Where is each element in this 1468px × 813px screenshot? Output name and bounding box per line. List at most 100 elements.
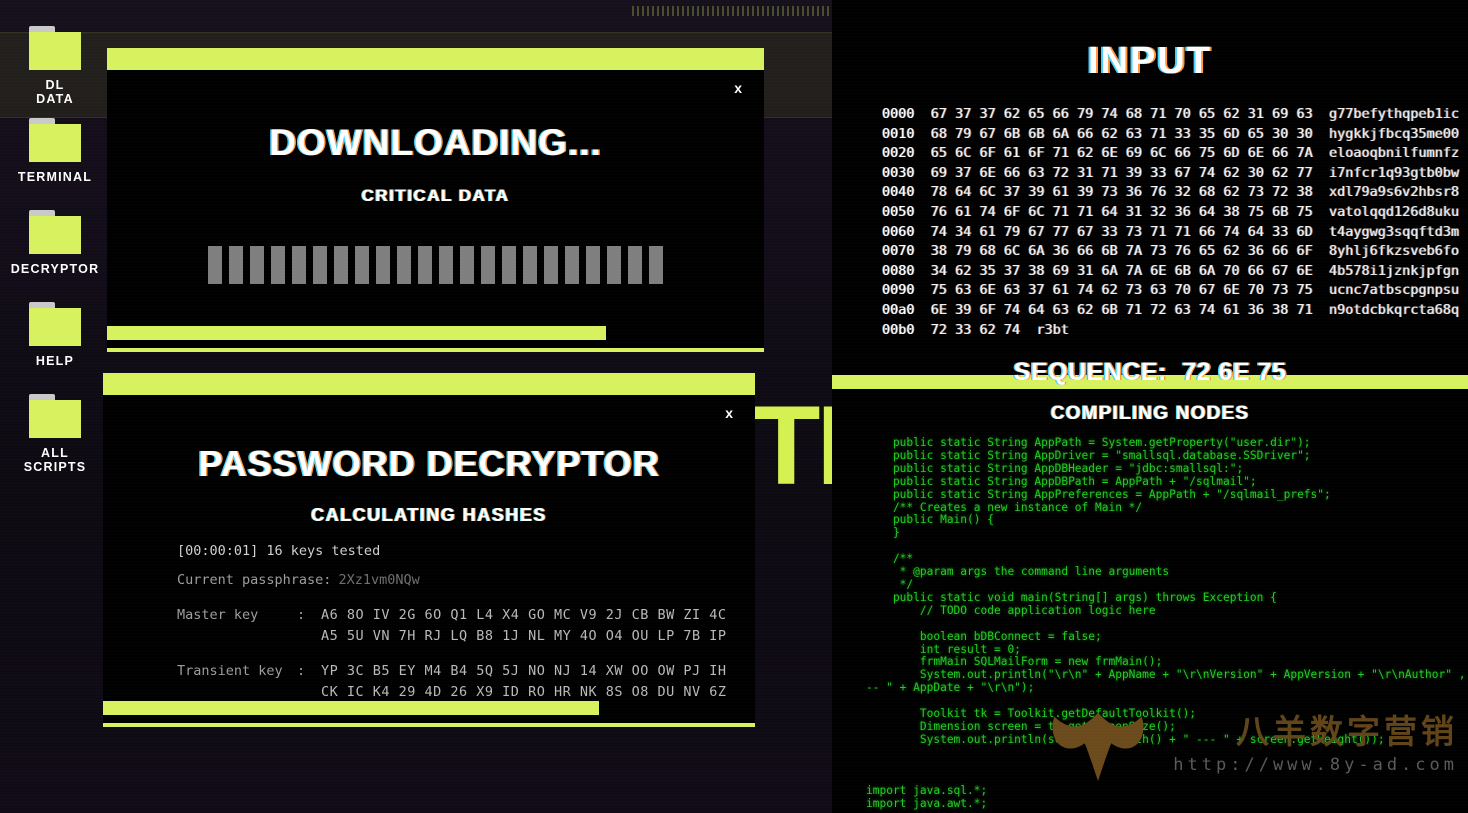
nodes-panel-title: COMPILING NODES [1050, 403, 1250, 424]
window-titlebar[interactable] [103, 373, 755, 421]
folder-icon [29, 118, 81, 162]
hex-offset: 0010 [882, 125, 915, 142]
hex-bytes: 34 62 35 37 38 69 31 6A 7A 6E 6B 6A 70 6… [914, 262, 1313, 279]
hex-dump-row: 0010 68 79 67 6B 6B 6A 66 62 63 71 33 35… [882, 125, 1468, 145]
code-line: public static String AppDBHeader = "jdbc… [866, 461, 1244, 475]
code-line: public static void main(String[] args) t… [866, 590, 1277, 604]
window-footer [103, 697, 755, 727]
sidebar-item-all-scripts[interactable]: ALL SCRIPTS [0, 394, 110, 474]
download-block [229, 246, 243, 284]
close-icon[interactable]: x [734, 80, 742, 96]
hex-offset: 00a0 [882, 301, 915, 318]
download-block [544, 246, 558, 284]
code-line: import java.awt.*; [866, 797, 988, 811]
hex-bytes: 78 64 6C 37 39 61 39 73 36 76 32 68 62 7… [914, 184, 1313, 201]
code-line: public static String AppDBPath = AppPath… [866, 474, 1257, 488]
code-line: * @param args the command line arguments [866, 565, 1170, 579]
sidebar-item-label: HELP [35, 354, 75, 368]
window-body: x PASSWORD DECRYPTOR CALCULATING HASHES … [103, 395, 755, 697]
sidebar-item-label: TERMINAL [17, 170, 93, 184]
hex-dump-row: 0080 34 62 35 37 38 69 31 6A 7A 6E 6B 6A… [882, 262, 1468, 282]
hex-offset: 0090 [882, 282, 915, 299]
sidebar-item-dl-data[interactable]: DL DATA [0, 26, 110, 106]
decrypt-progress-bar [103, 701, 599, 715]
hex-offset: 0050 [882, 203, 915, 220]
hex-offset: 0070 [882, 243, 915, 260]
footer-accent-line [103, 723, 755, 727]
hex-dump-row: 0070 38 79 68 6C 6A 36 66 6B 7A 73 76 65… [882, 242, 1468, 262]
sidebar-item-terminal[interactable]: TERMINAL [0, 118, 110, 184]
hex-ascii: n9otdcbkqrcta68q [1312, 301, 1460, 318]
code-line: Dimension screen = tk.getScreenSize(); [866, 719, 1176, 733]
hex-bytes: 65 6C 6F 61 6F 71 62 6E 69 6C 66 75 6D 6… [914, 145, 1313, 162]
download-block [586, 246, 600, 284]
download-block [481, 246, 495, 284]
hex-dump-row: 0060 74 34 61 79 67 77 67 33 73 71 71 66… [882, 223, 1468, 243]
download-block [271, 246, 285, 284]
code-line: public static String AppPreferences = Ap… [866, 487, 1331, 501]
download-block [250, 246, 264, 284]
sidebar-item-help[interactable]: HELP [0, 302, 110, 368]
close-icon[interactable]: x [725, 405, 733, 421]
downloading-window: x DOWNLOADING... CRITICAL DATA [107, 48, 764, 352]
sidebar-item-decryptor[interactable]: DECRYPTOR [0, 210, 110, 276]
hex-dump-row: 00a0 6E 39 6F 74 64 63 62 6B 71 72 63 74… [882, 301, 1468, 321]
download-block [565, 246, 579, 284]
right-panel: INPUT 0000 67 37 37 62 65 66 79 74 68 71… [832, 0, 1468, 813]
hex-bytes: 6E 39 6F 74 64 63 62 6B 71 72 63 74 61 3… [914, 301, 1313, 318]
download-block [649, 246, 663, 284]
code-line: -- " + AppDate + "\r\n"); [866, 681, 1035, 695]
download-block [355, 246, 369, 284]
code-line: public static String AppDriver = "smalls… [866, 448, 1311, 462]
window-titlebar[interactable] [107, 48, 764, 96]
hex-ascii: r3bt [1020, 321, 1069, 338]
hex-ascii: g77befythqpeb1ic [1312, 106, 1460, 122]
window-subtitle: CALCULATING HASHES [311, 505, 547, 525]
master-key-block: Master key : A6 8O IV 2G 6O Q1 L4 X4 GO … [103, 591, 755, 647]
transient-key-block: Transient key : YP 3C B5 EY M4 B4 5Q 5J … [103, 647, 755, 697]
hex-ascii: t4aygwg3sqqftd3m [1312, 223, 1460, 240]
key-row: A5 5U VN 7H RJ LQ B8 1J NL MY 4O O4 OU L… [321, 628, 727, 644]
transient-key-separator: : [297, 663, 306, 679]
code-line: // TODO code application logic here [866, 603, 1156, 617]
download-block [523, 246, 537, 284]
download-block [313, 246, 327, 284]
sidebar: DL DATA TERMINAL DECRYPTOR HELP ALL SCRI [0, 0, 110, 813]
hex-bytes: 74 34 61 79 67 77 67 33 73 71 71 66 74 6… [914, 223, 1313, 240]
passphrase-label: Current passphrase: [177, 572, 332, 588]
hex-bytes: 75 63 6E 63 37 61 74 62 73 63 70 67 6E 7… [914, 282, 1313, 299]
code-line: public static String AppPath = System.ge… [866, 436, 1311, 449]
hex-offset: 0000 [882, 106, 915, 122]
download-block [607, 246, 621, 284]
sidebar-item-label: ALL SCRIPTS [23, 446, 87, 474]
folder-icon [29, 394, 81, 438]
window-body: x DOWNLOADING... CRITICAL DATA [107, 70, 764, 322]
input-panel-title: INPUT [1088, 40, 1212, 82]
screen-root: TE DL DATA TERMINAL DECRYPTOR HELP ALL S… [0, 0, 1468, 813]
hex-dump-row: 0040 78 64 6C 37 39 61 39 73 36 76 32 68… [882, 183, 1468, 203]
hex-dump-row: 0050 76 61 74 6F 6C 71 71 64 31 32 36 64… [882, 203, 1468, 223]
hex-dump-row: 0000 67 37 37 62 65 66 79 74 68 71 70 65… [882, 105, 1468, 125]
keys-tested-status: [00:00:01] 16 keys tested [177, 543, 381, 559]
compiling-nodes-panel: COMPILING NODES public static String App… [832, 389, 1468, 813]
download-block-indicator [107, 246, 764, 284]
master-key-values: A6 8O IV 2G 6O Q1 L4 X4 GO MC V9 2J CB B… [321, 605, 727, 647]
key-row: CK IC K4 29 4D 26 X9 ID RO HR NK 8S O8 D… [321, 684, 727, 697]
code-line: public Main() { [866, 513, 994, 527]
code-line: } [866, 526, 900, 540]
window-title: PASSWORD DECRYPTOR [198, 443, 660, 484]
master-key-label: Master key [177, 607, 259, 623]
hex-ascii: i7nfcr1q93gtb0bw [1312, 164, 1460, 181]
window-footer [107, 322, 764, 352]
code-line: System.out.println(screen.getWidth() + "… [866, 732, 1385, 746]
code-line: boolean bDBConnect = false; [866, 629, 1102, 643]
hex-offset: 00b0 [882, 321, 915, 338]
background-noise-strip [632, 6, 832, 16]
window-title: DOWNLOADING... [269, 122, 602, 163]
sequence-value: 72 6E 75 [1182, 358, 1287, 387]
download-block [460, 246, 474, 284]
code-line: */ [866, 577, 914, 591]
hex-offset: 0040 [882, 184, 915, 201]
